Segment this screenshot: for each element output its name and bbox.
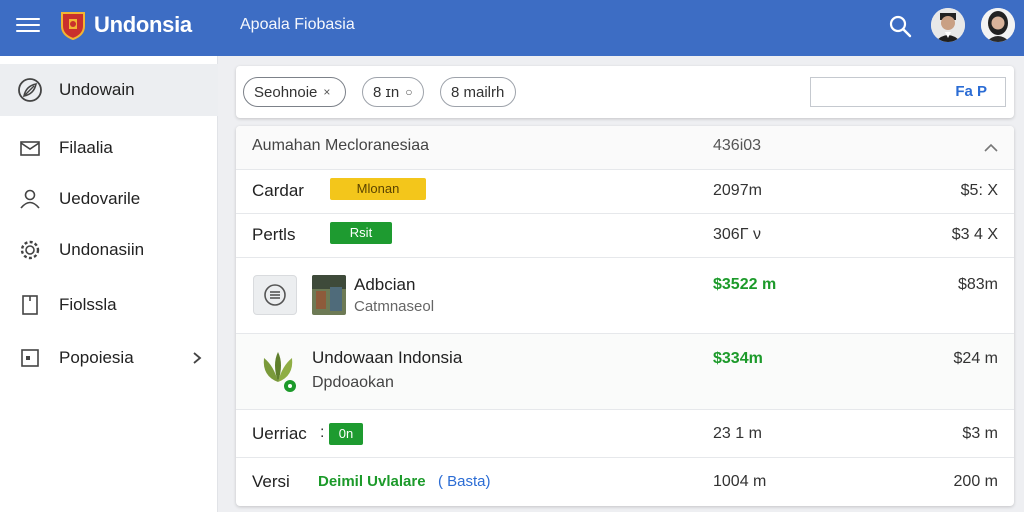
row-value: 2097m [713, 182, 762, 199]
sidebar-item-popoiesia[interactable]: Popoiesia [0, 332, 218, 384]
row-amount: $24 m [953, 350, 998, 367]
avatar[interactable] [981, 8, 1015, 42]
person-icon [20, 189, 40, 209]
row-name: Pertls [252, 225, 296, 244]
document-icon [22, 295, 38, 315]
filter-bar: Seohnoie × 8 ɪn ○ 8 mailrh Fa P [236, 66, 1014, 118]
hamburger-icon[interactable] [16, 14, 40, 38]
sidebar-item-fiolssla[interactable]: Fiolssla [0, 279, 218, 331]
sidebar-item-label: Undowain [59, 80, 135, 99]
row-value: 306Γ ν [713, 226, 761, 243]
table-row[interactable]: Adbcian Catmnaseol $3522 m $83m [236, 260, 1014, 334]
column-header-value: 436i03 [713, 137, 762, 154]
data-table: Aumahan Mecloranesiaa 436i03 Cardar Mlon… [236, 126, 1014, 506]
status-badge: Mlonan [330, 178, 426, 200]
table-row[interactable]: Versi Deimil Uvlalare ( Basta) 1004 m 20… [236, 458, 1014, 506]
sidebar-item-uedovarile[interactable]: Uedovarile [0, 173, 218, 225]
row-link[interactable]: ( Basta) [438, 473, 491, 490]
sidebar-item-filaalia[interactable]: Filaalia [0, 122, 218, 174]
row-amount: 200 m [953, 473, 998, 490]
chevron-right-icon[interactable] [190, 351, 204, 365]
sidebar-item-label: Fiolssla [59, 295, 117, 314]
sidebar-item-label: Uedovarile [59, 189, 141, 208]
row-name: Undowaan Indonsia [312, 348, 463, 367]
chip-label: 8 mailrh [451, 83, 505, 101]
table-row[interactable]: Pertls Rsit 306Γ ν $3 4 X [236, 214, 1014, 258]
sidebar-item-label: Filaalia [59, 138, 113, 157]
row-name: Versi [252, 472, 290, 491]
filter-chip[interactable]: Seohnoie × [243, 77, 346, 107]
filter-action-button[interactable]: Fa P [810, 77, 1006, 107]
filter-chip[interactable]: 8 ɪn ○ [362, 77, 424, 107]
row-name: Cardar [252, 181, 304, 200]
row-secondary: Catmnaseol [354, 298, 435, 315]
table-header-row: Aumahan Mecloranesiaa 436i03 [236, 126, 1014, 170]
row-value: $3522 m [713, 276, 777, 293]
search-icon[interactable] [887, 13, 913, 39]
gear-icon [20, 240, 40, 260]
avatar[interactable] [931, 8, 965, 42]
envelope-icon [20, 141, 40, 156]
row-amount: $83m [957, 276, 998, 293]
row-value: $334m [713, 350, 763, 367]
sidebar-item-undowain[interactable]: Undowain [0, 64, 218, 116]
page-subtitle: Apoala Fiobasia [240, 16, 355, 33]
circle-icon[interactable]: ○ [405, 85, 412, 99]
status-badge: Rsit [330, 222, 392, 244]
sidebar-item-undonasiin[interactable]: Undonasiin [0, 224, 218, 276]
table-row[interactable]: Cardar Mlonan 2097m $5: X [236, 170, 1014, 214]
sidebar: Undowain Filaalia Uedovarile Undonasiin … [0, 56, 218, 512]
filter-chip[interactable]: 8 mailrh [440, 77, 516, 107]
row-name: Adbcian [354, 275, 416, 294]
chevron-up-icon[interactable] [984, 142, 998, 152]
close-icon[interactable]: × [323, 85, 330, 99]
row-name: Uerriac [252, 424, 307, 443]
calendar-icon [21, 349, 39, 367]
row-value: 23 1 m [713, 425, 762, 442]
top-app-bar: Undonsia Apoala Fiobasia [0, 0, 1024, 56]
row-tag-text: Deimil Uvlalare [318, 473, 426, 490]
row-secondary: Dpdoaokan [312, 374, 394, 391]
leaf-circle-icon [18, 78, 42, 102]
chip-label: Seohnoie [254, 83, 318, 101]
app-title: Undonsia [94, 12, 192, 37]
shield-logo [61, 12, 85, 40]
chip-label: 8 ɪn [373, 83, 400, 101]
row-value: 1004 m [713, 473, 767, 490]
table-row[interactable]: Uerriac : 0n 23 1 m $3 m [236, 410, 1014, 458]
column-header-name: Aumahan Mecloranesiaa [252, 137, 429, 154]
row-amount: $3 4 X [951, 226, 998, 243]
list-icon[interactable] [253, 275, 297, 315]
table-row[interactable]: Undowaan Indonsia Dpdoaokan $334m $24 m [236, 334, 1014, 410]
leaf-icon [263, 352, 296, 392]
status-badge: 0n [329, 423, 363, 445]
badge-prefix: : [320, 424, 325, 441]
row-amount: $3 m [962, 425, 998, 442]
row-amount: $5: X [960, 182, 998, 199]
sidebar-item-label: Undonasiin [59, 240, 145, 259]
sidebar-item-label: Popoiesia [59, 348, 134, 367]
thumbnail-image [312, 275, 346, 315]
